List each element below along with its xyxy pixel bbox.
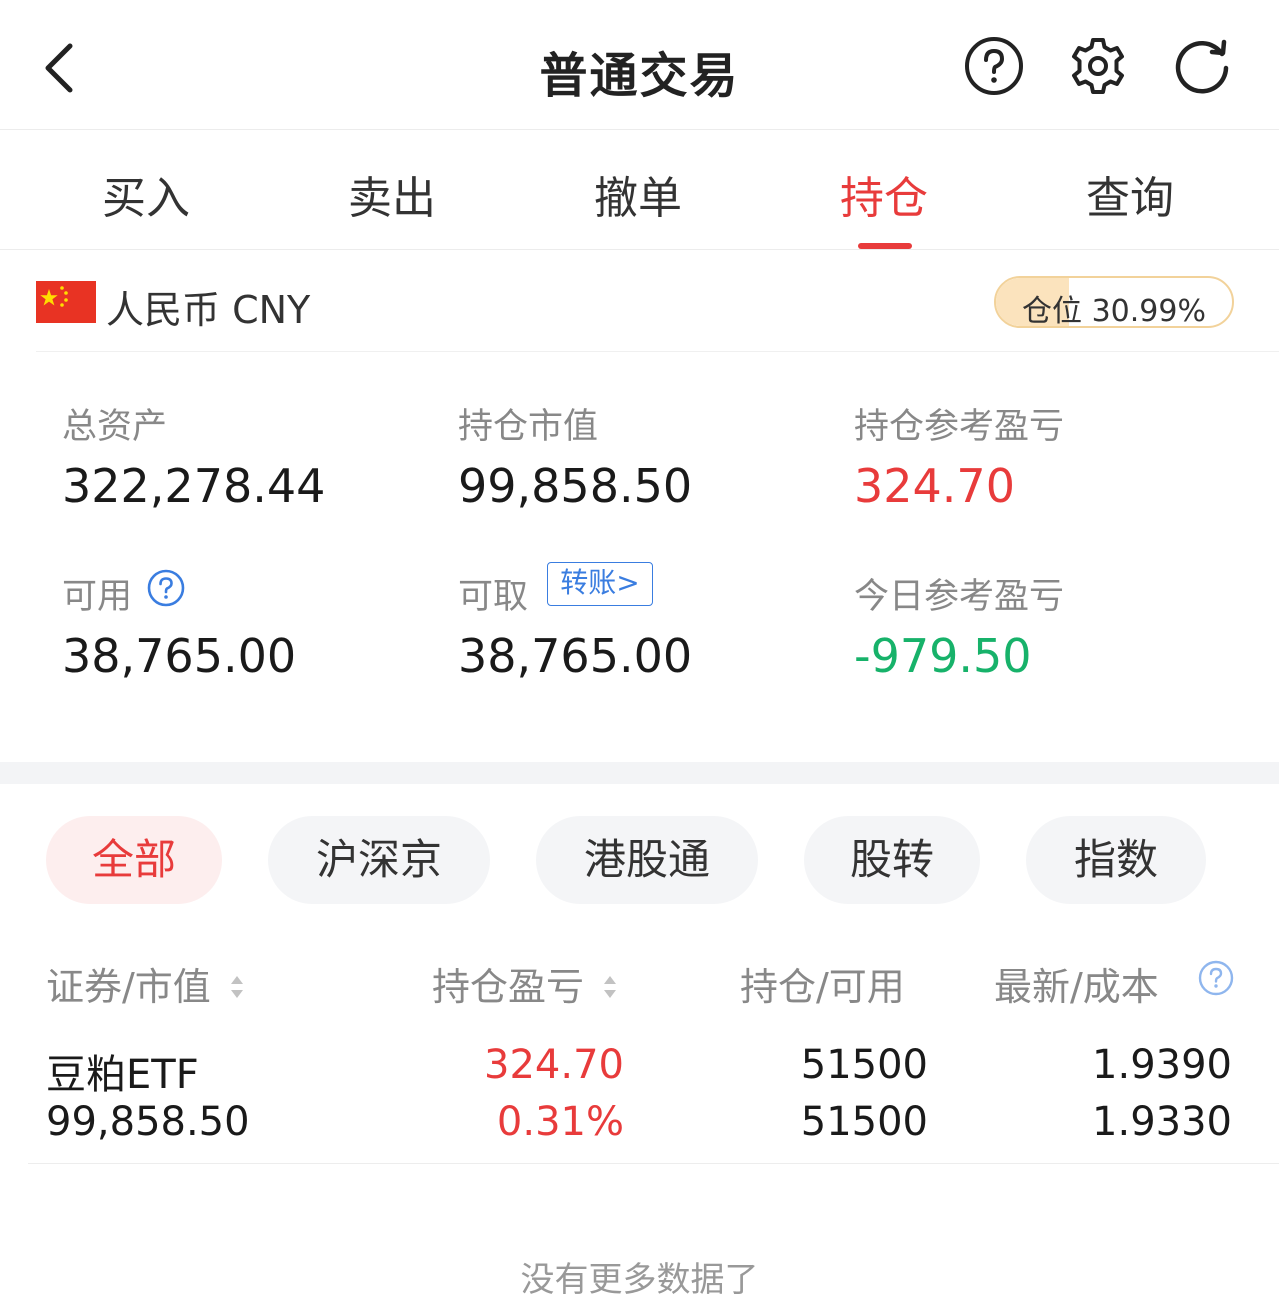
market-value-value: 99,858.50: [458, 459, 693, 513]
help-circle-icon: [1198, 960, 1234, 996]
withdrawable-label: 可取: [458, 577, 529, 617]
available-value: 38,765.00: [62, 629, 297, 683]
market-value-label: 持仓市值: [458, 407, 599, 447]
active-tab-indicator: [858, 243, 912, 249]
currency-row: 人民币 CNY 仓位 30.99%: [0, 250, 1279, 352]
help-button[interactable]: [964, 36, 1024, 96]
withdrawable-value: 38,765.00: [458, 629, 693, 683]
latest-price: 1.9390: [1092, 1042, 1232, 1088]
filter-neeq[interactable]: 股转: [804, 816, 980, 904]
position-pnl-value: 324.70: [854, 459, 1015, 513]
total-assets-label: 总资产: [62, 407, 168, 447]
holding-pnl-percent: 0.31%: [496, 1099, 624, 1145]
column-header-holding: 持仓/可用: [740, 965, 905, 1009]
filter-all[interactable]: 全部: [46, 816, 222, 904]
china-flag-icon: [36, 281, 96, 323]
column-header-security[interactable]: 证券/市值: [46, 956, 245, 1011]
today-pnl-label: 今日参考盈亏: [854, 577, 1065, 617]
available-help-button[interactable]: [146, 568, 186, 608]
tab-sell[interactable]: 卖出: [292, 162, 492, 226]
position-ratio-badge: 仓位 30.99%: [994, 276, 1234, 328]
filter-index[interactable]: 指数: [1026, 816, 1206, 904]
security-market-value: 99,858.50: [46, 1099, 250, 1145]
help-circle-icon: [965, 37, 1023, 95]
column-header-price: 最新/成本: [994, 965, 1159, 1009]
filter-sh-sz-bj[interactable]: 沪深京: [268, 816, 490, 904]
tab-holdings[interactable]: 持仓: [784, 162, 984, 226]
trade-tabs: 买入 卖出 撤单 持仓 查询: [0, 130, 1279, 250]
section-divider: [0, 762, 1279, 784]
divider: [36, 351, 1279, 352]
filter-hk-connect[interactable]: 港股通: [536, 816, 758, 904]
tab-cancel-order[interactable]: 撤单: [538, 162, 738, 226]
column-header-label: 持仓盈亏: [432, 965, 585, 1009]
top-bar: 普通交易: [0, 0, 1279, 130]
divider: [28, 1163, 1279, 1164]
price-help-button[interactable]: [1196, 958, 1236, 998]
cost-price: 1.9330: [1092, 1099, 1232, 1145]
refresh-button[interactable]: [1172, 36, 1232, 96]
position-pnl-label: 持仓参考盈亏: [854, 407, 1065, 447]
settings-button[interactable]: [1068, 36, 1128, 96]
holding-quantity: 51500: [800, 1042, 928, 1088]
transfer-button[interactable]: 转账>: [547, 562, 653, 606]
gear-icon: [1072, 38, 1124, 94]
no-more-data-text: 没有更多数据了: [520, 1260, 759, 1300]
currency-label: 人民币 CNY: [106, 288, 311, 332]
refresh-icon: [1175, 39, 1229, 94]
column-header-pnl[interactable]: 持仓盈亏: [432, 956, 618, 1011]
available-quantity: 51500: [800, 1099, 928, 1145]
help-circle-icon: [147, 569, 185, 607]
sort-icon: [230, 976, 243, 998]
position-ratio-label: 仓位 30.99%: [1022, 294, 1206, 328]
total-assets-value: 322,278.44: [62, 459, 326, 513]
security-name: 豆粕ETF: [46, 1052, 199, 1098]
holding-pnl: 324.70: [484, 1042, 624, 1088]
tab-query[interactable]: 查询: [1030, 162, 1230, 226]
sort-icon: [604, 976, 617, 998]
today-pnl-value: -979.50: [854, 629, 1032, 683]
available-label: 可用: [62, 577, 133, 617]
tab-buy[interactable]: 买入: [46, 162, 246, 226]
column-header-label: 证券/市值: [46, 965, 211, 1009]
